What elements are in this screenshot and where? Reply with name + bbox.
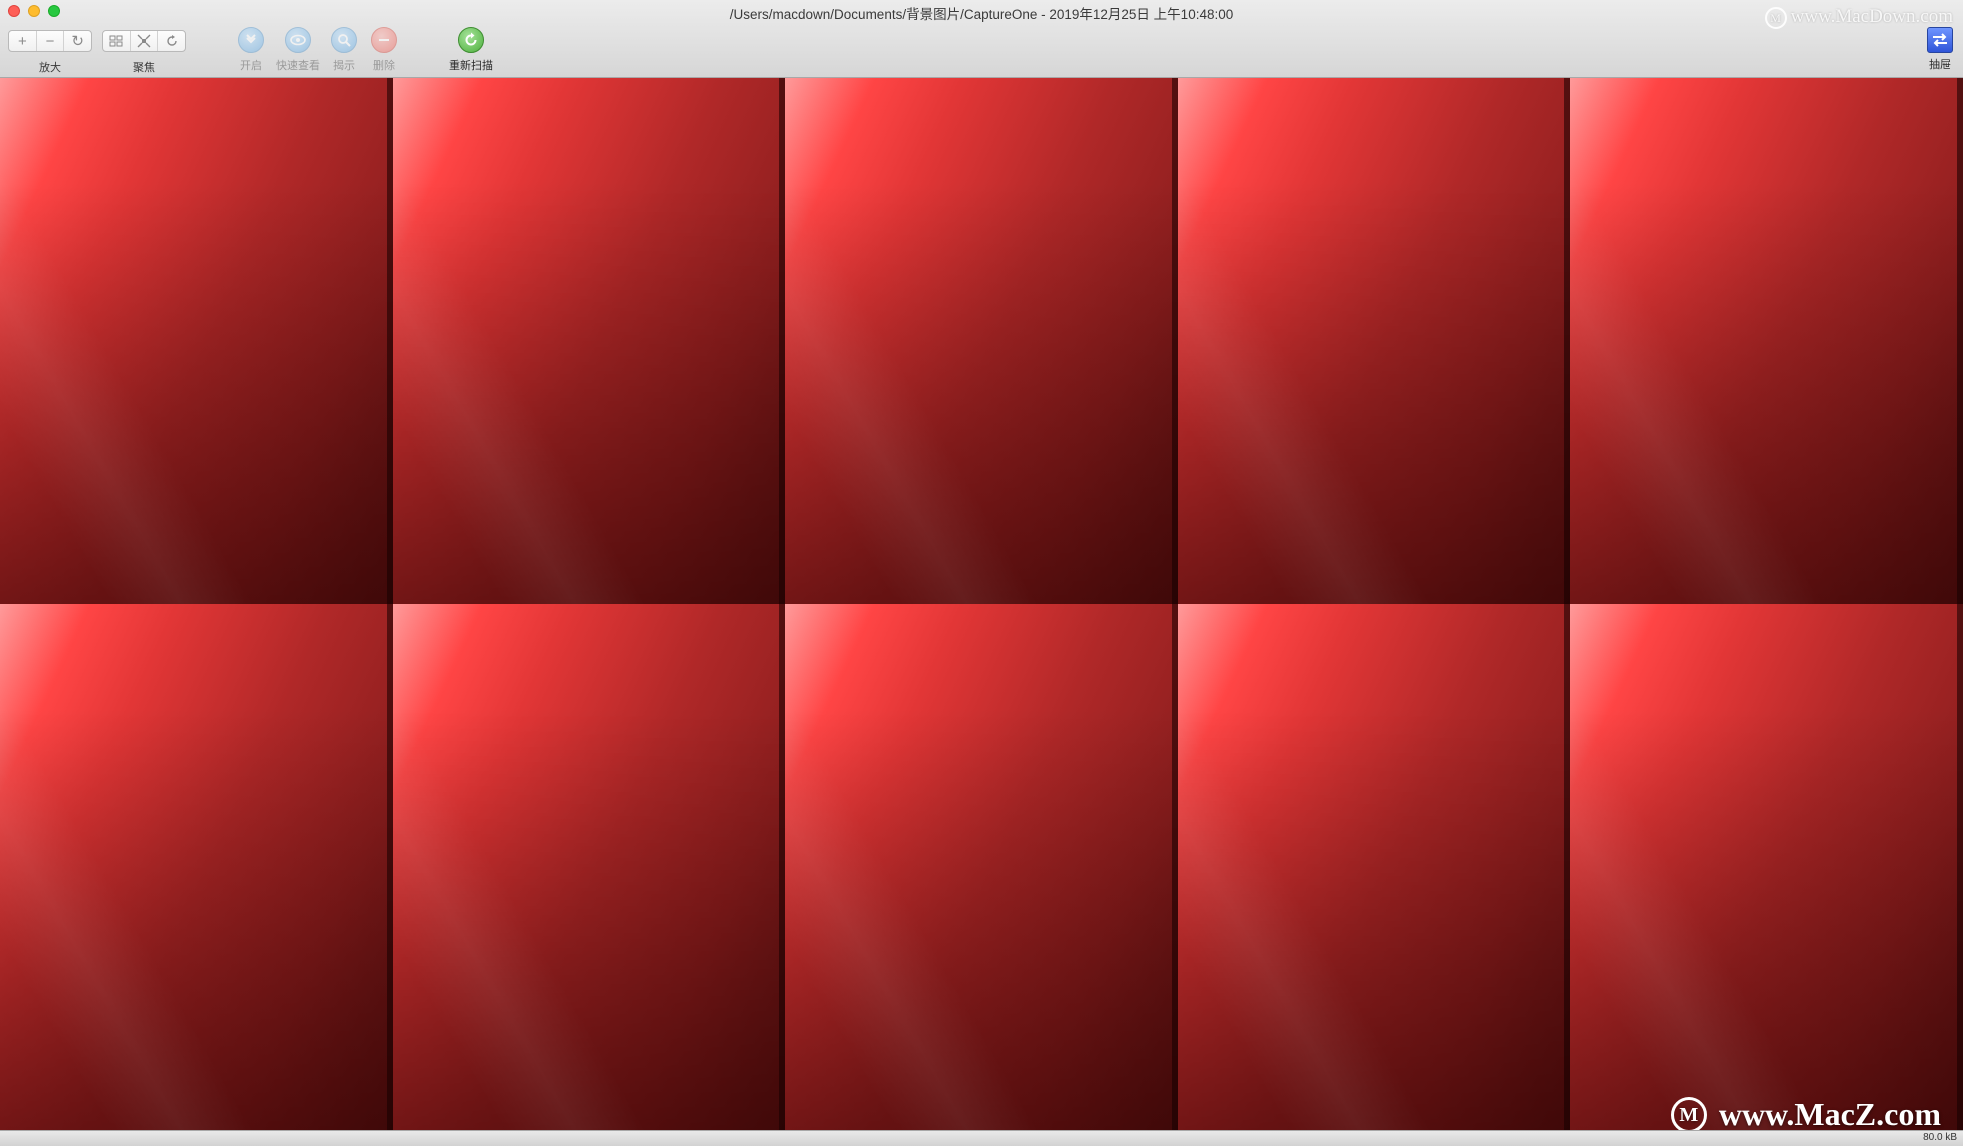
watermark-top-text: www.MacDown.com: [1790, 6, 1953, 27]
quicklook-button[interactable]: 快速查看: [276, 27, 320, 73]
rescan-button[interactable]: 重新扫描: [449, 27, 493, 73]
zoom-out-button[interactable]: −: [37, 31, 65, 51]
watermark-bottom-text: www.MacZ.com: [1718, 1096, 1941, 1132]
focus-rotate-button[interactable]: [158, 31, 185, 51]
app-window: /Users/macdown/Documents/背景图片/CaptureOne…: [0, 0, 1963, 1146]
thumbnail-image[interactable]: [785, 604, 1178, 1130]
zoom-segmented-control: + − ↻: [8, 30, 92, 52]
open-icon: [238, 27, 264, 53]
grid-icon: [109, 35, 123, 47]
open-button[interactable]: 开启: [231, 27, 271, 73]
fit-icon: [137, 34, 151, 48]
delete-button[interactable]: 删除: [364, 27, 404, 73]
thumbnail-image[interactable]: [1177, 604, 1571, 1130]
focus-segmented-control: [102, 30, 186, 52]
magnifier-icon: [331, 27, 357, 53]
file-size-readout: 80.0 kB: [1923, 1132, 1957, 1143]
zoom-in-button[interactable]: +: [9, 31, 37, 51]
thumbnail-image[interactable]: [785, 78, 1178, 604]
focus-grid-button[interactable]: [103, 31, 131, 51]
zoom-label: 放大: [39, 62, 61, 74]
thumbnail-image[interactable]: [392, 604, 786, 1130]
thumbnail-image[interactable]: [1177, 78, 1571, 604]
thumbnail-image[interactable]: [1570, 78, 1963, 604]
drawer-swap-icon: [1927, 27, 1953, 53]
rescan-label: 重新扫描: [449, 60, 493, 72]
watermark-logo-icon: M: [1764, 6, 1787, 29]
window-title: /Users/macdown/Documents/背景图片/CaptureOne…: [729, 7, 1234, 22]
minus-circle-icon: [371, 27, 397, 53]
watermark-top: Mwww.MacDown.com: [1764, 6, 1953, 29]
title-toolbar: /Users/macdown/Documents/背景图片/CaptureOne…: [0, 0, 1963, 78]
thumbnail-image[interactable]: [0, 604, 393, 1130]
eye-icon: [285, 27, 311, 53]
drawer-label: 抽屉: [1929, 59, 1951, 71]
zoom-reset-button[interactable]: ↻: [64, 31, 91, 51]
thumbnail-image[interactable]: [0, 78, 393, 604]
focus-label: 聚焦: [133, 62, 155, 74]
refresh-icon: [458, 27, 484, 53]
rotate-icon: [166, 35, 177, 46]
thumbnail-image[interactable]: [1570, 604, 1963, 1130]
drawer-button[interactable]: 抽屉: [1925, 27, 1955, 72]
thumbnail-grid: [0, 78, 1963, 1130]
delete-label: 删除: [373, 60, 395, 72]
focus-fit-button[interactable]: [131, 31, 159, 51]
status-bar: 80.0 kB: [0, 1130, 1963, 1146]
thumbnail-image[interactable]: [392, 78, 786, 604]
watermark-logo-icon: M: [1670, 1096, 1707, 1133]
watermark-bottom: Mwww.MacZ.com: [1670, 1096, 1941, 1133]
